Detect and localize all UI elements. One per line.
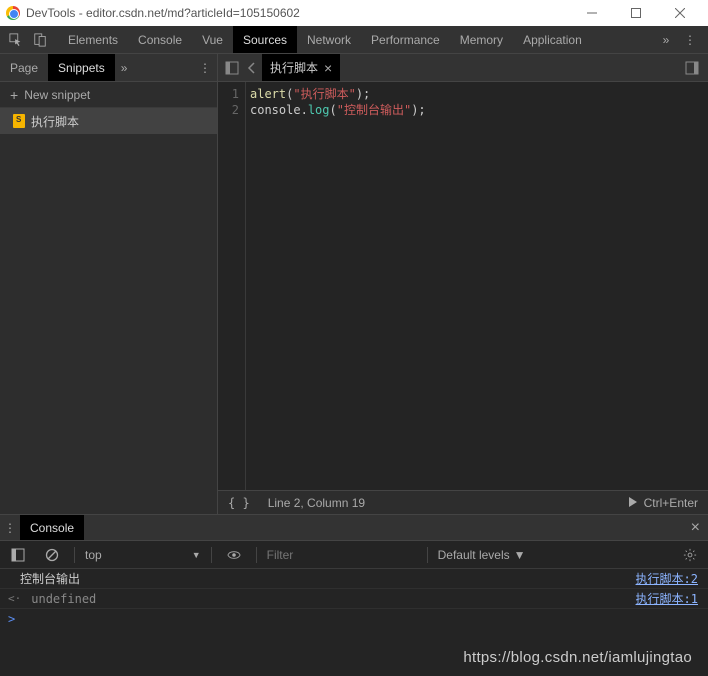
eye-icon[interactable] [222, 543, 246, 567]
console-return-row: <· undefined 执行脚本:1 [0, 589, 708, 609]
nav-back-icon[interactable] [242, 58, 262, 78]
settings-menu-icon[interactable]: ⋮ [678, 28, 702, 52]
editor-tab[interactable]: 执行脚本 × [262, 54, 340, 81]
chevron-down-icon: ▼ [514, 548, 526, 562]
tab-application[interactable]: Application [513, 26, 592, 53]
line-gutter: 1 2 [218, 82, 246, 490]
gear-icon[interactable] [678, 543, 702, 567]
code-content[interactable]: alert("执行脚本"); console.log("控制台输出"); [246, 82, 708, 490]
clear-console-icon[interactable] [40, 543, 64, 567]
snippet-item[interactable]: 执行脚本 [0, 108, 217, 134]
main-tabs: Elements Console Vue Sources Network Per… [58, 26, 592, 53]
context-select[interactable]: top ▼ [85, 548, 201, 562]
console-sidebar-icon[interactable] [6, 543, 30, 567]
more-tabs-icon[interactable]: » [654, 28, 678, 52]
cursor-position: Line 2, Column 19 [268, 496, 365, 510]
log-message: 控制台输出 [20, 570, 636, 587]
window-title: DevTools - editor.csdn.net/md?articleId=… [26, 6, 570, 20]
nav-toggle-right-icon[interactable] [682, 58, 702, 78]
chrome-icon [6, 6, 20, 20]
console-log-row: 控制台输出 执行脚本:2 [0, 569, 708, 589]
drawer-tab-console[interactable]: Console [20, 515, 84, 540]
drawer-close-icon[interactable]: × [691, 519, 700, 537]
close-button[interactable] [658, 0, 702, 26]
plus-icon: + [10, 87, 18, 103]
snippet-file-icon [13, 114, 25, 128]
close-icon[interactable]: × [324, 60, 332, 76]
chevron-down-icon: ▼ [192, 550, 201, 560]
devtools-header: Elements Console Vue Sources Network Per… [0, 26, 708, 54]
tab-console[interactable]: Console [128, 26, 192, 53]
sidebar-menu-icon[interactable]: ⋮ [199, 61, 211, 75]
format-icon[interactable]: { } [228, 496, 250, 510]
drawer-menu-icon[interactable]: ⋮ [0, 521, 20, 535]
input-caret-icon: > [8, 612, 15, 626]
editor-statusbar: { } Line 2, Column 19 Ctrl+Enter [218, 490, 708, 514]
window-titlebar: DevTools - editor.csdn.net/md?articleId=… [0, 0, 708, 26]
inspect-icon[interactable] [4, 28, 28, 52]
return-value: undefined [31, 592, 635, 606]
maximize-button[interactable] [614, 0, 658, 26]
sidebar-tab-page[interactable]: Page [0, 54, 48, 81]
run-shortcut[interactable]: Ctrl+Enter [644, 496, 698, 510]
log-source-link[interactable]: 执行脚本:1 [636, 590, 698, 607]
sidebar-tab-snippets[interactable]: Snippets [48, 54, 115, 81]
filter-input[interactable] [267, 548, 417, 562]
play-icon[interactable] [628, 496, 638, 510]
snippet-item-label: 执行脚本 [31, 113, 79, 130]
tab-performance[interactable]: Performance [361, 26, 450, 53]
device-icon[interactable] [28, 28, 52, 52]
editor-tab-label: 执行脚本 [270, 59, 318, 76]
sources-sidebar: Page Snippets » ⋮ + New snippet 执行脚本 [0, 54, 218, 514]
return-caret-icon: <· [8, 592, 21, 605]
code-editor[interactable]: 1 2 alert("执行脚本"); console.log("控制台输出"); [218, 82, 708, 490]
tab-sources[interactable]: Sources [233, 26, 297, 53]
console-toolbar: top ▼ Default levels ▼ [0, 541, 708, 569]
log-levels-select[interactable]: Default levels ▼ [438, 548, 526, 562]
tab-vue[interactable]: Vue [192, 26, 233, 53]
console-input-row[interactable]: > [0, 609, 708, 629]
sidebar-more-icon[interactable]: » [115, 61, 134, 75]
tab-elements[interactable]: Elements [58, 26, 128, 53]
context-label: top [85, 548, 102, 562]
new-snippet-label: New snippet [24, 88, 90, 102]
new-snippet-button[interactable]: + New snippet [0, 82, 217, 108]
tab-memory[interactable]: Memory [450, 26, 513, 53]
console-drawer: ⋮ Console × top ▼ Default levels ▼ 控制台输出… [0, 514, 708, 629]
tab-network[interactable]: Network [297, 26, 361, 53]
watermark: https://blog.csdn.net/iamlujingtao [463, 649, 692, 666]
nav-toggle-left-icon[interactable] [222, 58, 242, 78]
minimize-button[interactable] [570, 0, 614, 26]
log-source-link[interactable]: 执行脚本:2 [636, 570, 698, 587]
